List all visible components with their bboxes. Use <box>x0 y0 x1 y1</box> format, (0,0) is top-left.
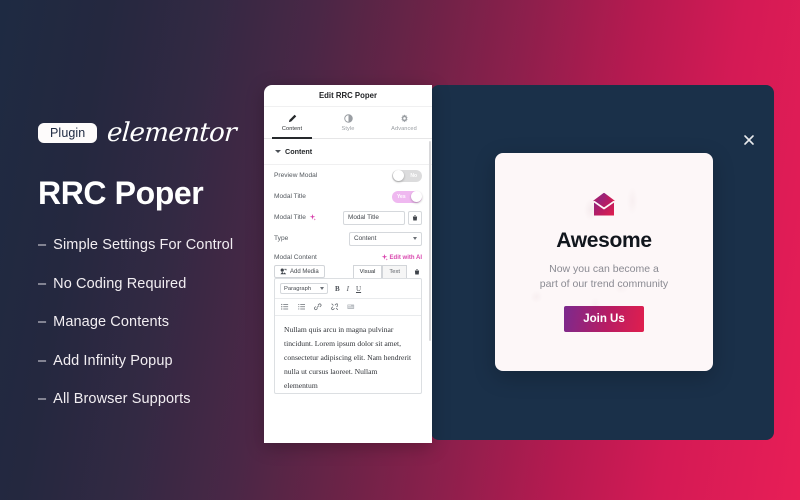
tab-visual[interactable]: Visual <box>352 265 383 278</box>
type-select-value: Content <box>354 235 377 242</box>
brand-row: Plugin elementor <box>38 118 278 148</box>
tab-advanced-label: Advanced <box>391 125 417 132</box>
add-media-label: Add Media <box>290 268 319 275</box>
toggle-label: Yes <box>397 193 406 200</box>
row-modal-title-field: Modal Title Modal Title <box>274 207 422 228</box>
media-icon <box>280 268 287 275</box>
modal-content-header: Modal Content Edit with AI <box>274 249 422 261</box>
editor-insert-toolbar <box>275 299 421 316</box>
feature-label: Simple Settings For Control <box>53 237 234 253</box>
join-us-button[interactable]: Join Us <box>564 306 644 333</box>
link-icon[interactable] <box>314 303 322 311</box>
wysiwyg-editor: Paragraph B I U Nullam quis arcu in magn… <box>274 278 422 394</box>
envelope-icon <box>589 192 619 218</box>
row-modal-title-toggle: Modal Title Yes <box>274 186 422 207</box>
modal-title-field-label: Modal Title <box>274 214 316 221</box>
ai-sparkle-icon[interactable] <box>309 214 316 221</box>
row-preview-modal: Preview Modal No <box>274 165 422 186</box>
list-item: – All Browser Supports <box>38 392 278 407</box>
close-icon[interactable] <box>742 133 756 147</box>
list-item: – No Coding Required <box>38 275 278 292</box>
editor-format-toolbar: Paragraph B I U <box>275 279 421 299</box>
tab-content[interactable]: Content <box>264 107 320 139</box>
chevron-down-icon <box>320 287 324 290</box>
modal-title-field-text: Modal Title <box>274 214 306 221</box>
edit-with-ai-link[interactable]: Edit with AI <box>381 254 422 261</box>
read-more-icon[interactable] <box>347 303 355 311</box>
modal-subtitle-line2: part of our trend community <box>539 278 669 290</box>
italic-button[interactable]: I <box>347 285 349 293</box>
content-section-label: Content <box>285 147 313 156</box>
modal-content-label: Modal Content <box>274 254 317 261</box>
editor-body-text[interactable]: Nullam quis arcu in magna pulvinar tinci… <box>275 316 421 393</box>
preview-modal-label: Preview Modal <box>274 172 318 179</box>
elementor-logo: elementor <box>106 118 238 148</box>
tab-style[interactable]: Style <box>320 107 376 138</box>
toggle-label: No <box>410 172 417 179</box>
editor-top-toolbar: Add Media Visual Text <box>274 265 422 278</box>
type-select[interactable]: Content <box>349 231 422 246</box>
feature-list: – Simple Settings For Control – No Codin… <box>38 238 278 407</box>
chevron-down-icon <box>275 150 281 153</box>
bold-button[interactable]: B <box>335 285 340 293</box>
unlink-icon[interactable] <box>330 303 339 311</box>
modal-heading: Awesome <box>556 228 652 252</box>
modal-subtitle-line1: Now you can become a <box>549 262 659 275</box>
marketing-column: Plugin elementor RRC Poper – Simple Sett… <box>38 118 278 431</box>
list-item: – Add Infinity Popup <box>38 352 278 369</box>
edit-with-ai-label: Edit with AI <box>389 254 422 261</box>
popup-modal-card: Awesome Now you can become a part of our… <box>495 153 713 371</box>
bulleted-list-icon[interactable] <box>281 303 289 311</box>
elementor-editor-panel: Edit RRC Poper Content Style Advanced Co… <box>264 85 432 443</box>
row-type: Type Content <box>274 228 422 249</box>
tab-text[interactable]: Text <box>382 265 407 278</box>
numbered-list-icon[interactable] <box>297 303 306 311</box>
tab-content-label: Content <box>281 125 303 132</box>
modal-subtitle: Now you can become a part of our trend c… <box>540 262 668 292</box>
preview-panel: Awesome Now you can become a part of our… <box>431 85 774 440</box>
tab-advanced[interactable]: Advanced <box>376 107 432 138</box>
dash-marker: – <box>38 314 47 330</box>
gear-icon <box>400 113 409 123</box>
feature-label: Add Infinity Popup <box>53 352 173 369</box>
preview-modal-toggle[interactable]: No <box>392 169 422 182</box>
page-title: RRC Poper <box>38 175 204 211</box>
ai-sparkle-icon <box>381 254 388 261</box>
panel-tabs: Content Style Advanced <box>264 107 432 139</box>
dash-marker: – <box>38 352 47 369</box>
underline-button[interactable]: U <box>356 285 361 293</box>
chevron-down-icon <box>413 237 417 240</box>
plugin-badge: Plugin <box>38 122 98 144</box>
dash-marker: – <box>38 391 47 407</box>
add-media-button[interactable]: Add Media <box>274 265 325 278</box>
feature-label: Manage Contents <box>53 314 170 330</box>
dash-marker: – <box>38 237 47 253</box>
toggle-knob <box>392 170 404 181</box>
list-item: – Manage Contents <box>38 315 278 330</box>
panel-body: Preview Modal No Modal Title Yes Modal T… <box>264 165 432 394</box>
trash-icon[interactable] <box>411 266 422 277</box>
feature-label: No Coding Required <box>53 275 187 292</box>
panel-scrollbar[interactable] <box>428 141 431 341</box>
contrast-icon <box>343 113 353 123</box>
type-label: Type <box>274 235 289 242</box>
toggle-knob <box>410 191 422 202</box>
modal-title-toggle[interactable]: Yes <box>392 190 422 203</box>
panel-header-title: Edit RRC Poper <box>264 85 432 107</box>
editor-view-tabs: Visual Text <box>352 265 422 278</box>
modal-title-toggle-label: Modal Title <box>274 193 306 200</box>
content-section-header[interactable]: Content <box>264 139 432 165</box>
feature-label: All Browser Supports <box>53 391 191 407</box>
dash-marker: – <box>38 275 47 292</box>
pencil-icon <box>288 114 297 123</box>
list-item: – Simple Settings For Control <box>38 238 278 253</box>
paragraph-format-select[interactable]: Paragraph <box>280 283 328 294</box>
trash-icon[interactable] <box>408 210 422 225</box>
tab-style-label: Style <box>341 125 355 132</box>
modal-title-input-group: Modal Title <box>343 210 422 225</box>
paragraph-format-value: Paragraph <box>284 285 312 292</box>
modal-title-input[interactable]: Modal Title <box>343 210 405 225</box>
